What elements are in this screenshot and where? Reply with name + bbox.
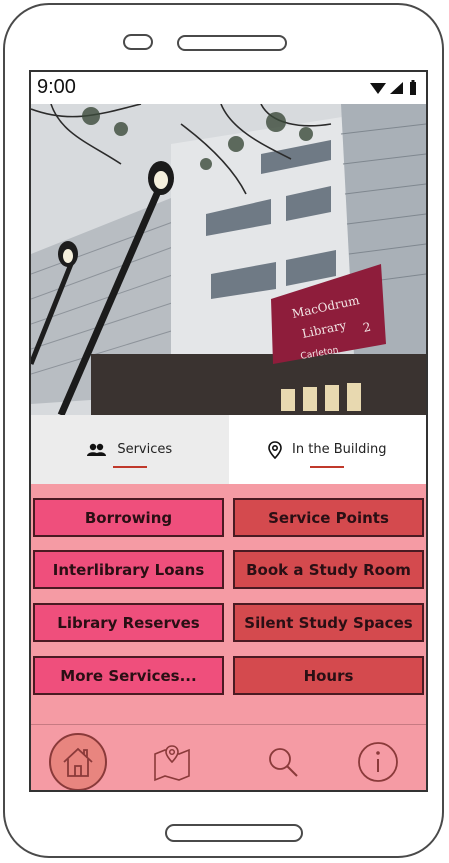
bottom-nav	[31, 724, 426, 790]
wifi-icon	[370, 83, 386, 94]
hours-button[interactable]: Hours	[233, 656, 424, 695]
battery-icon	[410, 80, 416, 95]
nav-map[interactable]	[143, 733, 201, 790]
nav-info[interactable]	[349, 733, 407, 790]
map-icon	[154, 745, 190, 782]
home-icon	[49, 733, 107, 790]
nav-search[interactable]	[254, 733, 312, 790]
search-icon	[269, 748, 298, 777]
status-bar: 9:00	[31, 72, 426, 105]
speaker-grille	[177, 35, 287, 51]
tab-services[interactable]: Services	[31, 415, 229, 484]
home-indicator	[165, 824, 303, 842]
library-reserves-button[interactable]: Library Reserves	[33, 603, 224, 642]
info-icon	[358, 742, 398, 782]
front-camera	[123, 34, 153, 50]
people-icon	[87, 443, 107, 457]
status-icons	[370, 80, 418, 96]
tab-indicator	[310, 466, 345, 468]
app-screen: 9:00 MacOdrum Library 2 Carleton Service…	[29, 70, 428, 792]
borrowing-button[interactable]: Borrowing	[33, 498, 224, 537]
library-hero-image: MacOdrum Library 2 Carleton	[31, 104, 426, 415]
library-building-illustration: MacOdrum Library 2 Carleton	[31, 104, 426, 415]
signal-icon	[390, 82, 403, 94]
status-time: 9:00	[37, 76, 76, 98]
interlibrary-loans-button[interactable]: Interlibrary Loans	[33, 550, 224, 589]
silent-study-spaces-button[interactable]: Silent Study Spaces	[233, 603, 424, 642]
section-tabs: Services In the Building	[31, 415, 426, 484]
service-points-button[interactable]: Service Points	[233, 498, 424, 537]
tab-building-label: In the Building	[292, 442, 387, 457]
nav-home[interactable]	[49, 733, 107, 790]
tab-in-the-building[interactable]: In the Building	[228, 415, 426, 484]
map-pin-icon	[268, 440, 282, 459]
more-services-button[interactable]: More Services...	[33, 656, 224, 695]
tab-services-label: Services	[117, 442, 173, 457]
book-study-room-button[interactable]: Book a Study Room	[233, 550, 424, 589]
tab-active-indicator	[112, 466, 147, 468]
